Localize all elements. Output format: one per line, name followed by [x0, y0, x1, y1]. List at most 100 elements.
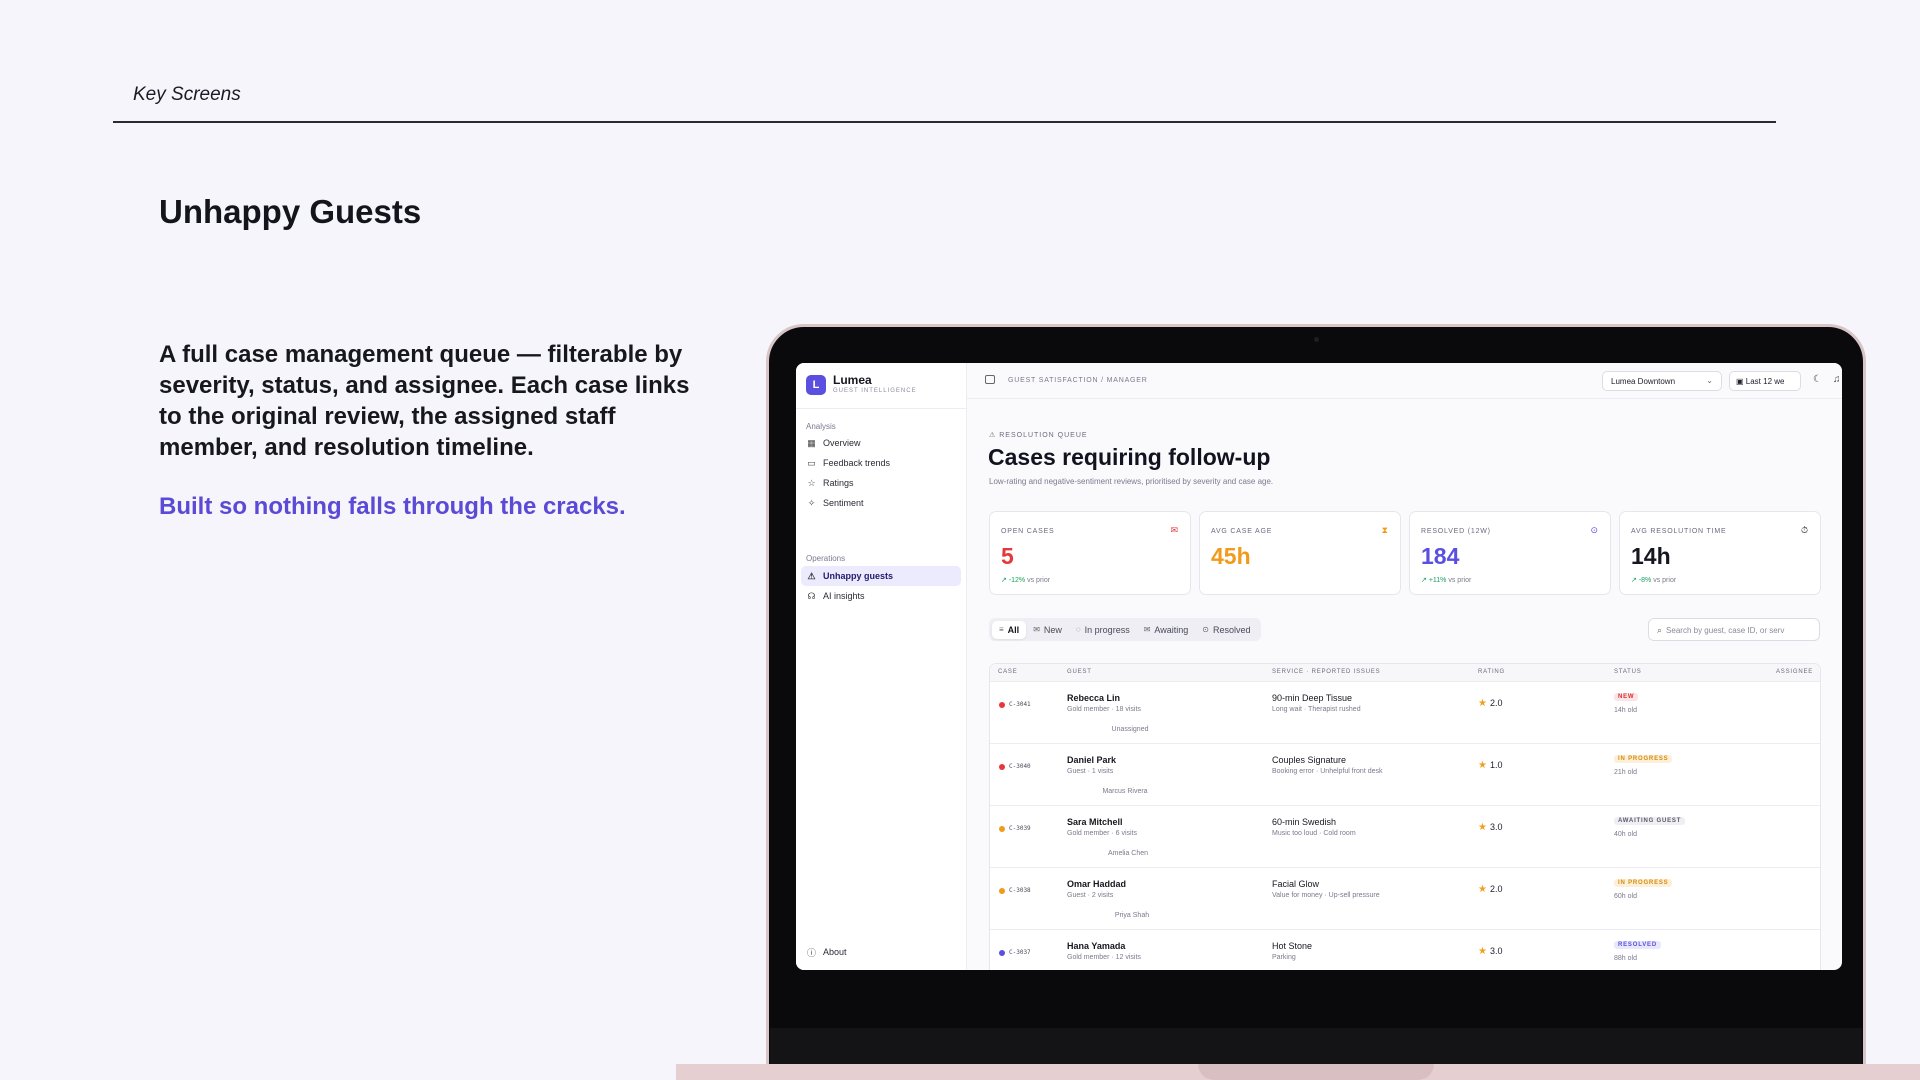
slide-description: A full case management queue — filterabl…	[159, 341, 690, 461]
warning-icon: ⚠	[807, 570, 816, 581]
kpi-avg-case-age: AVG CASE AGE ⧗ 45h	[1199, 511, 1401, 595]
star-icon: ★	[1478, 760, 1487, 771]
service-name: 60-min Swedish	[1272, 817, 1337, 827]
tab-in-progress[interactable]: ◌ In progress	[1069, 621, 1137, 639]
column-header-service[interactable]: SERVICE · REPORTED ISSUES	[1272, 669, 1380, 675]
sidebar-item-feedback-trends[interactable]: ▭ Feedback trends	[801, 453, 961, 473]
column-header-assignee[interactable]: ASSIGNEE	[1776, 669, 1813, 675]
reported-issues: Parking	[1272, 954, 1296, 961]
brand-name: Lumea	[833, 373, 872, 387]
severity-dot	[999, 702, 1005, 708]
service-name: Facial Glow	[1272, 879, 1320, 889]
kpi-value: 184	[1421, 543, 1460, 569]
case-id[interactable]: C-3039	[1009, 825, 1031, 832]
case-id[interactable]: C-3037	[1009, 949, 1031, 956]
case-age: 14h old	[1614, 707, 1637, 714]
tab-awaiting[interactable]: ✉ Awaiting	[1137, 621, 1196, 639]
rating: ★ 2.0	[1478, 698, 1503, 709]
tab-all[interactable]: ≡ All	[992, 620, 1027, 639]
assignee[interactable]: Marcus Rivera	[1065, 788, 1185, 795]
table-row[interactable]: C-3038 Omar Haddad Guest · 2 visits Faci…	[990, 868, 1820, 930]
column-header-guest[interactable]: GUEST	[1067, 669, 1092, 675]
assignee[interactable]: Priya Shah	[1072, 912, 1192, 919]
tab-resolved[interactable]: ⊙ Resolved	[1195, 621, 1257, 639]
severity-dot	[999, 888, 1005, 894]
table-row[interactable]: C-3039 Sara Mitchell Gold member · 6 vis…	[990, 806, 1820, 868]
sidebar-item-label: Overview	[823, 438, 861, 448]
table-row[interactable]: C-3037 Hana Yamada Gold member · 12 visi…	[990, 930, 1820, 970]
guest-meta: Gold member · 18 visits	[1067, 706, 1141, 713]
guest-name: Daniel Park	[1067, 755, 1117, 765]
kpi-resolved: RESOLVED (12W) ⊙ 184 ↗ +11% vs prior	[1409, 511, 1611, 595]
rating: ★ 3.0	[1478, 822, 1503, 833]
timer-icon: ⏱	[1800, 525, 1808, 535]
status-filter-tabs: ≡ All ✉ New ◌ In progress ✉ Awaiting ⊙ Resolv…	[989, 618, 1261, 641]
sidebar-item-ratings[interactable]: ☆ Ratings	[801, 473, 961, 493]
guest-name: Rebecca Lin	[1067, 693, 1121, 703]
chat-icon: ▭	[807, 457, 816, 468]
search-input[interactable]: ⌕ Search by guest, case ID, or serv	[1648, 618, 1820, 641]
sidebar-item-label: Sentiment	[823, 498, 864, 508]
rating: ★ 1.0	[1478, 760, 1503, 771]
sidebar-item-label: Unhappy guests	[823, 571, 894, 581]
assignee[interactable]: Amelia Chen	[1068, 850, 1188, 857]
star-icon: ★	[1478, 822, 1487, 833]
case-age: 60h old	[1614, 893, 1637, 900]
brain-icon: ☊	[807, 590, 816, 601]
inbox-icon: ✉	[1033, 625, 1040, 634]
kpi-delta: ↗ -12% vs prior	[1001, 577, 1051, 584]
service-name: Hot Stone	[1272, 941, 1313, 951]
case-age: 88h old	[1614, 955, 1637, 962]
status-badge: NEW	[1614, 693, 1639, 701]
assignee[interactable]: Unassigned	[1070, 726, 1190, 733]
topbar: GUEST SATISFACTION / MANAGER Lumea Downt…	[967, 363, 1842, 399]
nav-section-analysis: Analysis	[806, 422, 836, 431]
search-icon: ⌕	[1657, 625, 1663, 635]
kpi-delta: ↗ +11% vs prior	[1421, 577, 1472, 584]
calendar-icon: ▣	[1736, 377, 1746, 386]
kpi-label: OPEN CASES	[1001, 528, 1055, 535]
column-header-status[interactable]: STATUS	[1614, 669, 1642, 675]
column-header-case[interactable]: CASE	[998, 669, 1018, 675]
guest-name: Sara Mitchell	[1067, 817, 1123, 827]
sidebar-item-sentiment[interactable]: ✧ Sentiment	[801, 493, 961, 513]
chevron-down-icon: ⌄	[1706, 376, 1713, 385]
kpi-delta: ↗ -8% vs prior	[1631, 577, 1677, 584]
rating: ★ 3.0	[1478, 946, 1503, 957]
sidebar-item-unhappy-guests[interactable]: ⚠ Unhappy guests	[801, 566, 961, 586]
status-badge: IN PROGRESS	[1614, 755, 1673, 763]
sidebar-item-label: About	[823, 947, 847, 957]
case-id[interactable]: C-3040	[1009, 763, 1031, 770]
reported-issues: Value for money · Up-sell pressure	[1272, 892, 1380, 899]
sidebar-toggle-icon[interactable]	[985, 375, 995, 384]
inbox-icon: ✉	[1170, 525, 1178, 535]
sidebar-item-ai-insights[interactable]: ☊ AI insights	[801, 586, 961, 606]
table-header: CASE GUEST SERVICE · REPORTED ISSUES RAT…	[990, 664, 1820, 682]
date-range-select[interactable]: ▣ Last 12 we	[1729, 371, 1801, 391]
reported-issues: Booking error · Unhelpful front desk	[1272, 768, 1383, 775]
table-row[interactable]: C-3040 Daniel Park Guest · 1 visits Coup…	[990, 744, 1820, 806]
location-select[interactable]: Lumea Downtown ⌄	[1602, 371, 1722, 391]
sidebar-divider	[796, 408, 967, 409]
case-age: 40h old	[1614, 831, 1637, 838]
bell-icon[interactable]: ♫	[1833, 374, 1841, 385]
case-id[interactable]: C-3041	[1009, 701, 1031, 708]
nav-section-operations: Operations	[806, 554, 846, 563]
brand-subtitle: GUEST INTELLIGENCE	[833, 388, 917, 394]
slide-title: Unhappy Guests	[159, 193, 422, 230]
table-row[interactable]: C-3041 Rebecca Lin Gold member · 18 visi…	[990, 682, 1820, 744]
brand[interactable]: L Lumea GUEST INTELLIGENCE	[806, 374, 917, 395]
date-range-value: Last 12 we	[1745, 377, 1785, 386]
kpi-open-cases: OPEN CASES ✉ 5 ↗ -12% vs prior	[989, 511, 1191, 595]
column-header-rating[interactable]: RATING	[1478, 669, 1505, 675]
sidebar-item-label: AI insights	[823, 591, 865, 601]
sidebar-item-overview[interactable]: ▦ Overview	[801, 433, 961, 453]
moon-icon[interactable]: ☾	[1813, 374, 1822, 385]
status-badge: AWAITING GUEST	[1614, 817, 1686, 825]
hourglass-icon: ⧗	[1381, 525, 1388, 535]
cases-table: CASE GUEST SERVICE · REPORTED ISSUES RAT…	[989, 663, 1821, 970]
case-id[interactable]: C-3038	[1009, 887, 1031, 894]
section-eyebrow: ⚠ RESOLUTION QUEUE	[989, 432, 1088, 439]
sidebar-item-about[interactable]: ⓘ About	[801, 942, 961, 962]
tab-new[interactable]: ✉ New	[1026, 621, 1069, 639]
